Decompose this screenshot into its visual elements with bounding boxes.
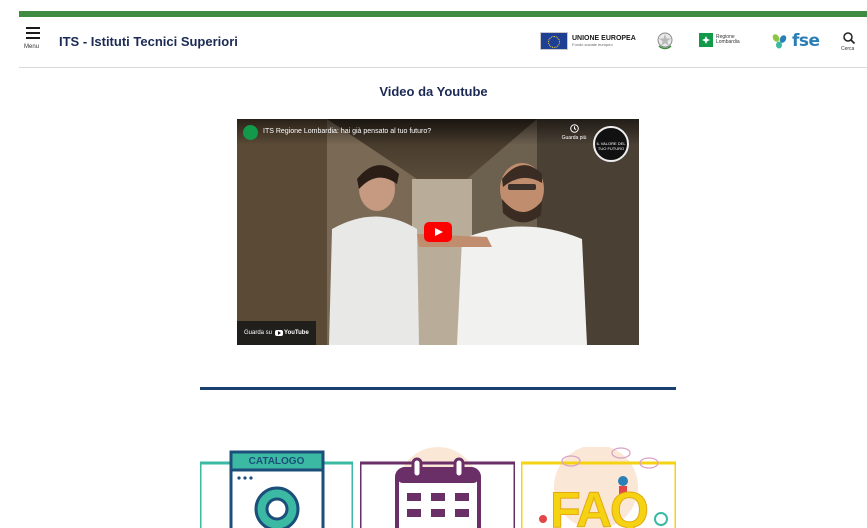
youtube-label: YouTube xyxy=(284,330,309,336)
watch-later-label: Guarda più xyxy=(561,135,587,141)
channel-badge: IL VALORE DEL TUO FUTURO xyxy=(593,126,629,162)
calendar-card[interactable] xyxy=(360,447,515,528)
faq-card[interactable]: FAQ xyxy=(521,447,676,528)
page: Menu ITS - Istituti Tecnici Superiori UN… xyxy=(0,0,867,528)
search-button[interactable]: Cerca xyxy=(840,30,858,56)
youtube-logo: YouTube xyxy=(275,330,309,336)
regione-lombardia-logo[interactable]: Regione Lombardia xyxy=(699,33,740,47)
channel-avatar-icon[interactable] xyxy=(243,125,258,140)
youtube-play-icon xyxy=(275,330,284,336)
watch-on-label: Guarda su xyxy=(244,330,273,336)
calendar-icon xyxy=(360,447,515,528)
regione-lombardia-icon xyxy=(699,33,713,47)
section-title: Video da Youtube xyxy=(379,84,488,99)
fse-logo[interactable]: fse xyxy=(771,31,820,51)
watch-on-youtube-button[interactable]: Guarda su YouTube xyxy=(237,321,316,345)
video-title[interactable]: ITS Regione Lombardia: hai già pensato a… xyxy=(263,128,431,135)
play-button-icon[interactable] xyxy=(424,222,452,242)
catalog-label: CATALOGO xyxy=(248,456,305,467)
eu-title: UNIONE EUROPEA xyxy=(572,35,636,42)
search-icon xyxy=(843,32,856,45)
catalog-card[interactable]: CATALOGO xyxy=(200,447,353,528)
menu-button[interactable]: Menu xyxy=(24,26,44,54)
site-header: Menu ITS - Istituti Tecnici Superiori UN… xyxy=(19,17,867,68)
hamburger-icon-bar xyxy=(26,32,40,34)
eu-flag-icon xyxy=(540,32,568,50)
site-title[interactable]: ITS - Istituti Tecnici Superiori xyxy=(59,34,238,49)
fse-leaf-icon xyxy=(772,34,787,49)
eu-subtitle: Fondo sociale europeo xyxy=(572,42,613,47)
italian-republic-emblem-icon[interactable] xyxy=(656,31,674,51)
fse-label: fse xyxy=(792,31,820,51)
search-label: Cerca xyxy=(841,46,855,52)
hamburger-icon-bar xyxy=(26,37,40,39)
watch-later-button[interactable]: Guarda più xyxy=(559,124,589,141)
regione-label-line2: Lombardia xyxy=(716,39,740,45)
section-divider xyxy=(200,387,676,390)
menu-label: Menu xyxy=(24,44,40,50)
hamburger-icon xyxy=(26,27,40,29)
faq-label: FAQ xyxy=(550,482,650,528)
clock-icon xyxy=(569,124,579,133)
eu-logo[interactable]: UNIONE EUROPEA Fondo sociale europeo xyxy=(540,31,636,51)
youtube-video-embed[interactable]: ITS Regione Lombardia: hai già pensato a… xyxy=(237,119,639,345)
